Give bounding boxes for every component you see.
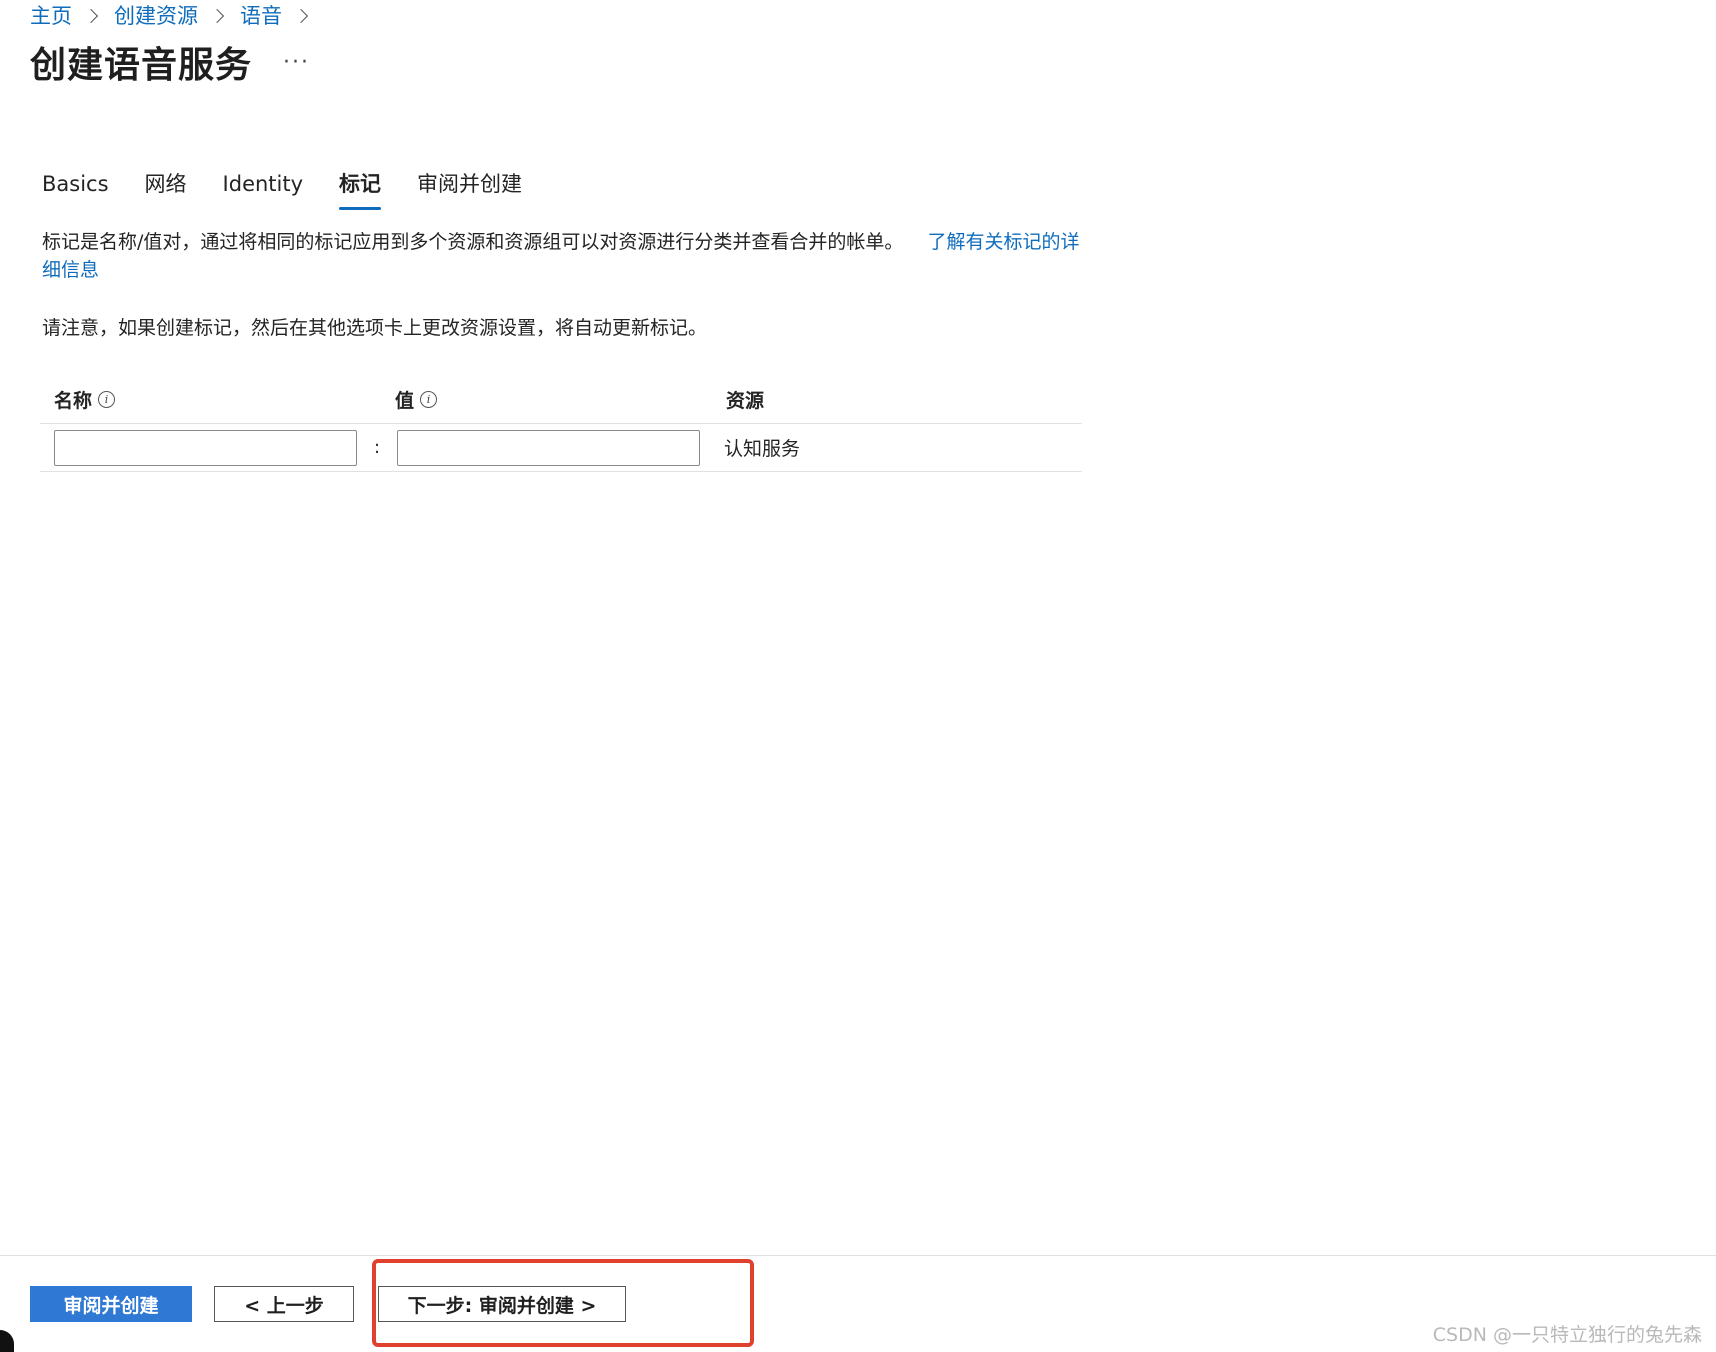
breadcrumb-speech[interactable]: 语音: [240, 2, 282, 30]
header-name-label: 名称: [54, 390, 93, 412]
tags-description-text: 标记是名称/值对，通过将相同的标记应用到多个资源和资源组可以对资源进行分类并查看…: [42, 231, 904, 253]
tag-table: 名称 i 值 i 资源 : 认知服务: [40, 376, 1082, 472]
header-name: 名称 i: [40, 386, 377, 413]
header-resource-label: 资源: [726, 390, 765, 412]
header-resource: 资源: [702, 386, 764, 413]
name-value-separator: :: [373, 437, 381, 458]
page-title: 创建语音服务: [30, 45, 253, 86]
window-corner: [0, 1330, 14, 1352]
footer-divider: [0, 1255, 1716, 1256]
chevron-right-icon: [83, 8, 99, 24]
tags-note: 请注意，如果创建标记，然后在其他选项卡上更改资源设置，将自动更新标记。: [42, 317, 708, 339]
tab-review-create[interactable]: 审阅并创建: [417, 170, 522, 210]
breadcrumb-create-resource[interactable]: 创建资源: [114, 2, 198, 30]
watermark: CSDN @一只特立独行的兔先森: [1432, 1324, 1702, 1346]
tag-name-input[interactable]: [54, 429, 357, 466]
info-icon[interactable]: i: [420, 391, 438, 408]
tab-tags[interactable]: 标记: [339, 170, 382, 210]
info-icon[interactable]: i: [98, 391, 116, 408]
breadcrumb: 主页 创建资源 语音: [30, 2, 324, 30]
tab-identity[interactable]: Identity: [223, 170, 303, 210]
chevron-right-icon: [209, 8, 225, 24]
tag-table-header: 名称 i 值 i 资源: [40, 376, 1082, 424]
tab-bar: Basics 网络 Identity 标记 审阅并创建: [42, 170, 558, 210]
tab-network[interactable]: 网络: [145, 170, 187, 210]
more-options-icon[interactable]: ···: [283, 50, 310, 75]
tag-value-input[interactable]: [397, 429, 700, 466]
header-value-label: 值: [395, 390, 415, 412]
tab-basics[interactable]: Basics: [42, 170, 109, 210]
page: 主页 创建资源 语音 创建语音服务 ··· Basics 网络 Identity…: [0, 0, 1716, 1352]
next-review-create-button[interactable]: 下一步: 审阅并创建 >: [378, 1286, 626, 1322]
review-create-button[interactable]: 审阅并创建: [30, 1286, 192, 1322]
previous-button[interactable]: < 上一步: [214, 1286, 354, 1322]
chevron-right-icon: [293, 8, 309, 24]
table-row: : 认知服务: [40, 424, 1082, 472]
tag-resource: 认知服务: [724, 438, 801, 460]
breadcrumb-home[interactable]: 主页: [30, 2, 72, 30]
header-value: 值 i: [377, 386, 702, 413]
tags-description: 标记是名称/值对，通过将相同的标记应用到多个资源和资源组可以对资源进行分类并查看…: [42, 228, 1092, 284]
